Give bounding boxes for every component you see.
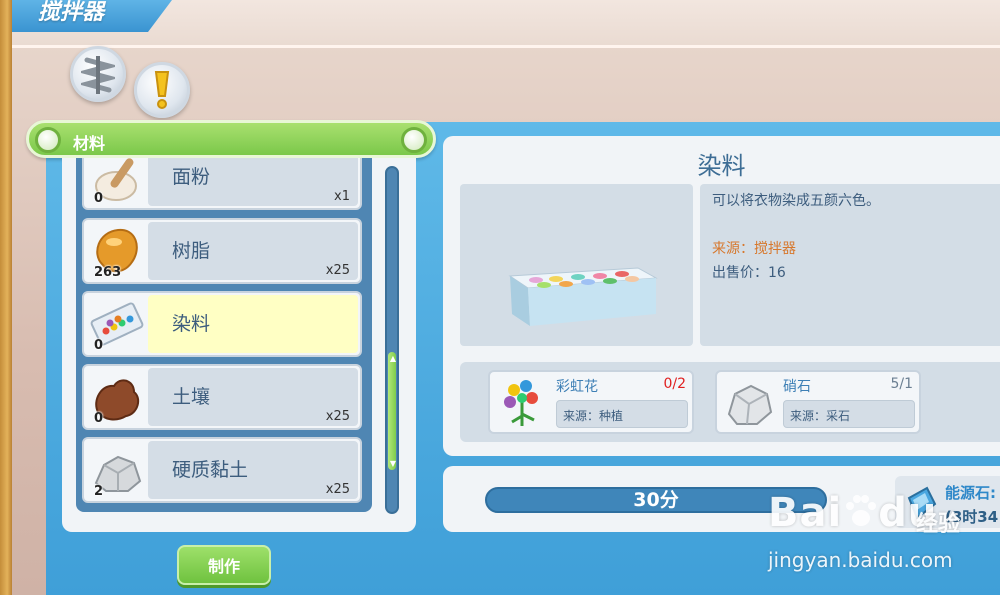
item-count: 0 (94, 191, 104, 206)
mixer-spiral-button[interactable] (70, 46, 126, 102)
list-item-dye[interactable]: 0 染料 (82, 291, 362, 357)
watermark-brand-start: Bai (768, 490, 843, 536)
item-info: 可以将衣物染成五颜六色。 来源：搅拌器 出售价：16 (700, 184, 1000, 346)
paw-icon (846, 495, 877, 526)
window-title: 搅拌器 (38, 0, 105, 25)
detail-title: 染料 (697, 152, 746, 180)
item-count: 0 (94, 338, 104, 353)
item-name: 树脂 (172, 240, 211, 262)
item-multiplier: x25 (325, 263, 350, 278)
item-count: 2 (94, 484, 104, 499)
watermark-url: jingyan.baidu.com (768, 548, 953, 572)
requirement-quantity: 5/1 (890, 376, 913, 392)
rainbow-flower-icon (494, 376, 550, 430)
requirement-saltpeter[interactable]: 硝石 5/1 来源：采石 (715, 370, 921, 434)
item-multiplier: x25 (325, 409, 350, 424)
exclamation-icon (154, 71, 170, 109)
list-item-flour[interactable]: 0 面粉 x1 (82, 158, 362, 210)
watermark-brand: Bai du (768, 490, 937, 536)
item-body: 面粉 x1 (148, 158, 358, 206)
category-label: 材料 (73, 134, 106, 153)
list-item-hard-clay[interactable]: 2 硬质黏土 x25 (82, 437, 362, 503)
category-right-knob (401, 127, 427, 153)
watermark-sub: 经验 (916, 512, 961, 537)
requirement-name: 彩虹花 (556, 379, 598, 395)
requirement-rainbow-flower[interactable]: 彩虹花 0/2 来源：种植 (488, 370, 694, 434)
item-name: 面粉 (172, 166, 211, 188)
baidu-watermark: Bai du 经验 jingyan.baidu.com (768, 480, 1000, 595)
item-name: 土壤 (172, 386, 211, 408)
saltpeter-icon (721, 376, 777, 430)
left-wood-frame (0, 0, 12, 595)
item-multiplier: x1 (334, 189, 350, 204)
scroll-up-icon: ▲ (389, 354, 397, 363)
item-body: 硬质黏土 x25 (148, 441, 358, 499)
requirements-row: 彩虹花 0/2 来源：种植 硝石 5/1 来源：采石 (460, 362, 1000, 442)
dye-box-image (508, 267, 658, 326)
requirement-source: 来源：采石 (783, 400, 915, 428)
detail-panel: 染料 可以将衣物染成五颜六色。 来源：搅拌器 出售价：16 彩虹花 0/2 来源… (443, 136, 1000, 456)
scrollbar-thumb[interactable]: ▲ ▼ (388, 352, 396, 470)
list-item-soil[interactable]: 0 土壤 x25 (82, 364, 362, 430)
item-count: 263 (94, 265, 122, 280)
alert-button[interactable] (134, 62, 190, 118)
item-description: 可以将衣物染成五颜六色。 (712, 193, 880, 209)
scroll-down-icon: ▼ (389, 459, 397, 468)
item-body: 染料 (148, 295, 358, 353)
item-body: 土壤 x25 (148, 368, 358, 426)
list-item-resin[interactable]: 263 树脂 x25 (82, 218, 362, 284)
category-left-knob (35, 127, 61, 153)
item-body: 树脂 x25 (148, 222, 358, 280)
category-bar[interactable]: 材料 (26, 120, 436, 158)
make-button[interactable]: 制作 (177, 545, 271, 585)
item-price: 出售价：16 (712, 265, 786, 281)
spiral-icon (81, 56, 115, 94)
item-multiplier: x25 (325, 482, 350, 497)
item-preview (460, 184, 693, 346)
requirement-name: 硝石 (783, 379, 811, 395)
material-list[interactable]: 0 面粉 x1 263 树脂 x25 0 染料 0 土壤 x25 2 硬质黏土 … (76, 158, 372, 512)
item-name: 硬质黏土 (172, 459, 249, 481)
item-source: 来源：搅拌器 (712, 241, 796, 257)
item-name: 染料 (172, 313, 211, 335)
list-scrollbar[interactable]: ▲ ▼ (385, 166, 399, 514)
requirement-quantity: 0/2 (663, 376, 686, 392)
requirement-source: 来源：种植 (556, 400, 688, 428)
item-count: 0 (94, 411, 104, 426)
